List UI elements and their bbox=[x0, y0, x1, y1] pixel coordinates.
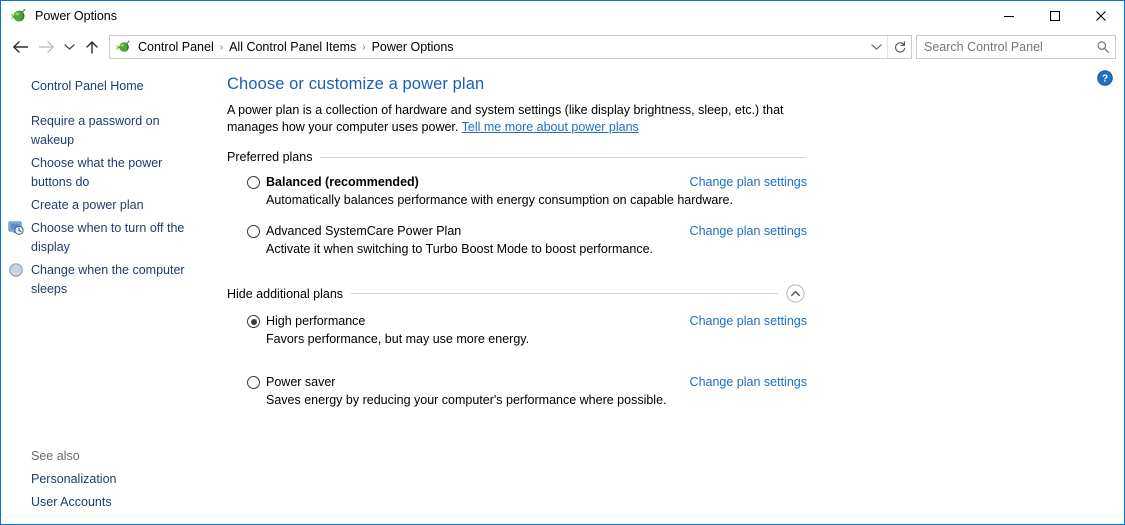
change-plan-settings-link-advanced-systemcare[interactable]: Change plan settings bbox=[676, 223, 807, 239]
sidebar-item-label: Require a password on wakeup bbox=[31, 114, 160, 147]
plan-spacer bbox=[227, 362, 1104, 374]
sidebar-item-label: Personalization bbox=[31, 472, 117, 486]
sidebar: Control Panel Home Require a password on… bbox=[1, 63, 223, 524]
tell-me-more-link[interactable]: Tell me more about power plans bbox=[462, 120, 639, 134]
forward-button[interactable] bbox=[33, 34, 59, 60]
plan-row: High performance Change plan settings bbox=[227, 313, 807, 329]
sidebar-item-computer-sleeps[interactable]: Change when the computer sleeps bbox=[1, 259, 223, 301]
preferred-plans-label: Preferred plans bbox=[227, 150, 313, 164]
radio-balanced[interactable] bbox=[247, 176, 260, 189]
sidebar-item-label: Choose when to turn off the display bbox=[31, 221, 185, 254]
power-plug-icon bbox=[115, 39, 131, 55]
plan-item-high-performance: High performance Change plan settings Fa… bbox=[227, 313, 807, 348]
maximize-button[interactable] bbox=[1032, 1, 1078, 31]
breadcrumb-item-power-options[interactable]: Power Options bbox=[369, 40, 457, 54]
search-icon[interactable] bbox=[1091, 36, 1115, 58]
breadcrumb-item-all-control-panel-items[interactable]: All Control Panel Items bbox=[226, 40, 359, 54]
plan-description: Favors performance, but may use more ene… bbox=[266, 332, 530, 346]
refresh-icon[interactable] bbox=[887, 36, 911, 58]
sidebar-item-require-password[interactable]: Require a password on wakeup bbox=[1, 110, 223, 152]
see-also-section: See also Personalization User Accounts bbox=[1, 438, 223, 514]
main-content: ? Choose or customize a power plan A pow… bbox=[223, 63, 1124, 524]
sidebar-item-label: Create a power plan bbox=[31, 198, 144, 212]
svg-text:?: ? bbox=[1102, 74, 1108, 85]
plan-name[interactable]: Balanced (recommended) bbox=[266, 174, 676, 190]
radio-power-saver[interactable] bbox=[247, 376, 260, 389]
sidebar-item-label: Choose what the power buttons do bbox=[31, 156, 163, 189]
plan-row: Advanced SystemCare Power Plan Change pl… bbox=[227, 223, 807, 239]
sidebar-item-power-buttons[interactable]: Choose what the power buttons do bbox=[1, 152, 223, 194]
plan-description: Saves energy by reducing your computer's… bbox=[266, 393, 667, 407]
navigation-bar: Control Panel › All Control Panel Items … bbox=[1, 31, 1124, 63]
back-button[interactable] bbox=[7, 34, 33, 60]
search-input[interactable] bbox=[917, 40, 1091, 54]
sidebar-item-label: Change when the computer sleeps bbox=[31, 263, 185, 296]
minimize-button[interactable] bbox=[986, 1, 1032, 31]
plan-name[interactable]: High performance bbox=[266, 313, 676, 329]
plan-description: Automatically balances performance with … bbox=[266, 193, 733, 207]
window-title: Power Options bbox=[35, 9, 117, 23]
plan-description: Activate it when switching to Turbo Boos… bbox=[266, 242, 654, 256]
sidebar-item-create-power-plan[interactable]: Create a power plan bbox=[1, 194, 223, 217]
see-also-heading: See also bbox=[31, 449, 80, 463]
up-button[interactable] bbox=[79, 34, 105, 60]
address-bar[interactable]: Control Panel › All Control Panel Items … bbox=[109, 35, 912, 59]
radio-advanced-systemcare[interactable] bbox=[247, 225, 260, 238]
plan-row: Power saver Change plan settings bbox=[227, 374, 807, 390]
power-options-window: Power Options Control Panel › All Contro… bbox=[0, 0, 1125, 525]
breadcrumb-separator[interactable]: › bbox=[217, 42, 226, 53]
radio-high-performance[interactable] bbox=[247, 315, 260, 328]
moon-icon bbox=[8, 262, 24, 278]
change-plan-settings-link-high-performance[interactable]: Change plan settings bbox=[676, 313, 807, 329]
section-divider bbox=[320, 156, 805, 158]
additional-plans-header: Hide additional plans bbox=[227, 284, 805, 303]
breadcrumb: Control Panel › All Control Panel Items … bbox=[135, 40, 865, 54]
help-icon[interactable]: ? bbox=[1097, 70, 1113, 86]
change-plan-settings-link-balanced[interactable]: Change plan settings bbox=[676, 174, 807, 190]
address-bar-controls bbox=[865, 36, 911, 58]
plan-row: Balanced (recommended) Change plan setti… bbox=[227, 174, 807, 190]
chevron-down-icon[interactable] bbox=[865, 36, 887, 58]
plan-item-power-saver: Power saver Change plan settings Saves e… bbox=[227, 374, 807, 409]
search-box[interactable] bbox=[916, 35, 1116, 59]
page-description: A power plan is a collection of hardware… bbox=[227, 102, 809, 136]
plan-name[interactable]: Advanced SystemCare Power Plan bbox=[266, 223, 676, 239]
plan-item-advanced-systemcare: Advanced SystemCare Power Plan Change pl… bbox=[227, 223, 807, 258]
sidebar-item-turn-off-display[interactable]: Choose when to turn off the display bbox=[1, 217, 223, 259]
page-title: Choose or customize a power plan bbox=[227, 75, 485, 93]
sidebar-item-personalization[interactable]: Personalization bbox=[1, 468, 223, 491]
caption-buttons bbox=[986, 1, 1124, 31]
hide-additional-plans-label[interactable]: Hide additional plans bbox=[227, 287, 343, 301]
plan-name[interactable]: Power saver bbox=[266, 374, 676, 390]
sidebar-item-label: Control Panel Home bbox=[31, 79, 144, 93]
power-plug-icon bbox=[9, 7, 27, 25]
sidebar-item-control-panel-home[interactable]: Control Panel Home bbox=[1, 75, 223, 98]
breadcrumb-separator[interactable]: › bbox=[359, 42, 368, 53]
sidebar-item-user-accounts[interactable]: User Accounts bbox=[1, 491, 223, 514]
preferred-plans-header: Preferred plans bbox=[227, 150, 805, 164]
title-bar: Power Options bbox=[1, 1, 1124, 31]
breadcrumb-item-control-panel[interactable]: Control Panel bbox=[135, 40, 217, 54]
plan-item-balanced: Balanced (recommended) Change plan setti… bbox=[227, 174, 807, 209]
change-plan-settings-link-power-saver[interactable]: Change plan settings bbox=[676, 374, 807, 390]
chevron-up-circle-icon[interactable] bbox=[786, 284, 805, 303]
section-divider bbox=[351, 293, 778, 294]
close-button[interactable] bbox=[1078, 1, 1124, 31]
recent-locations-button[interactable] bbox=[59, 34, 79, 60]
monitor-clock-icon bbox=[8, 220, 24, 236]
sidebar-item-label: User Accounts bbox=[31, 495, 112, 509]
window-body: Control Panel Home Require a password on… bbox=[1, 63, 1124, 524]
